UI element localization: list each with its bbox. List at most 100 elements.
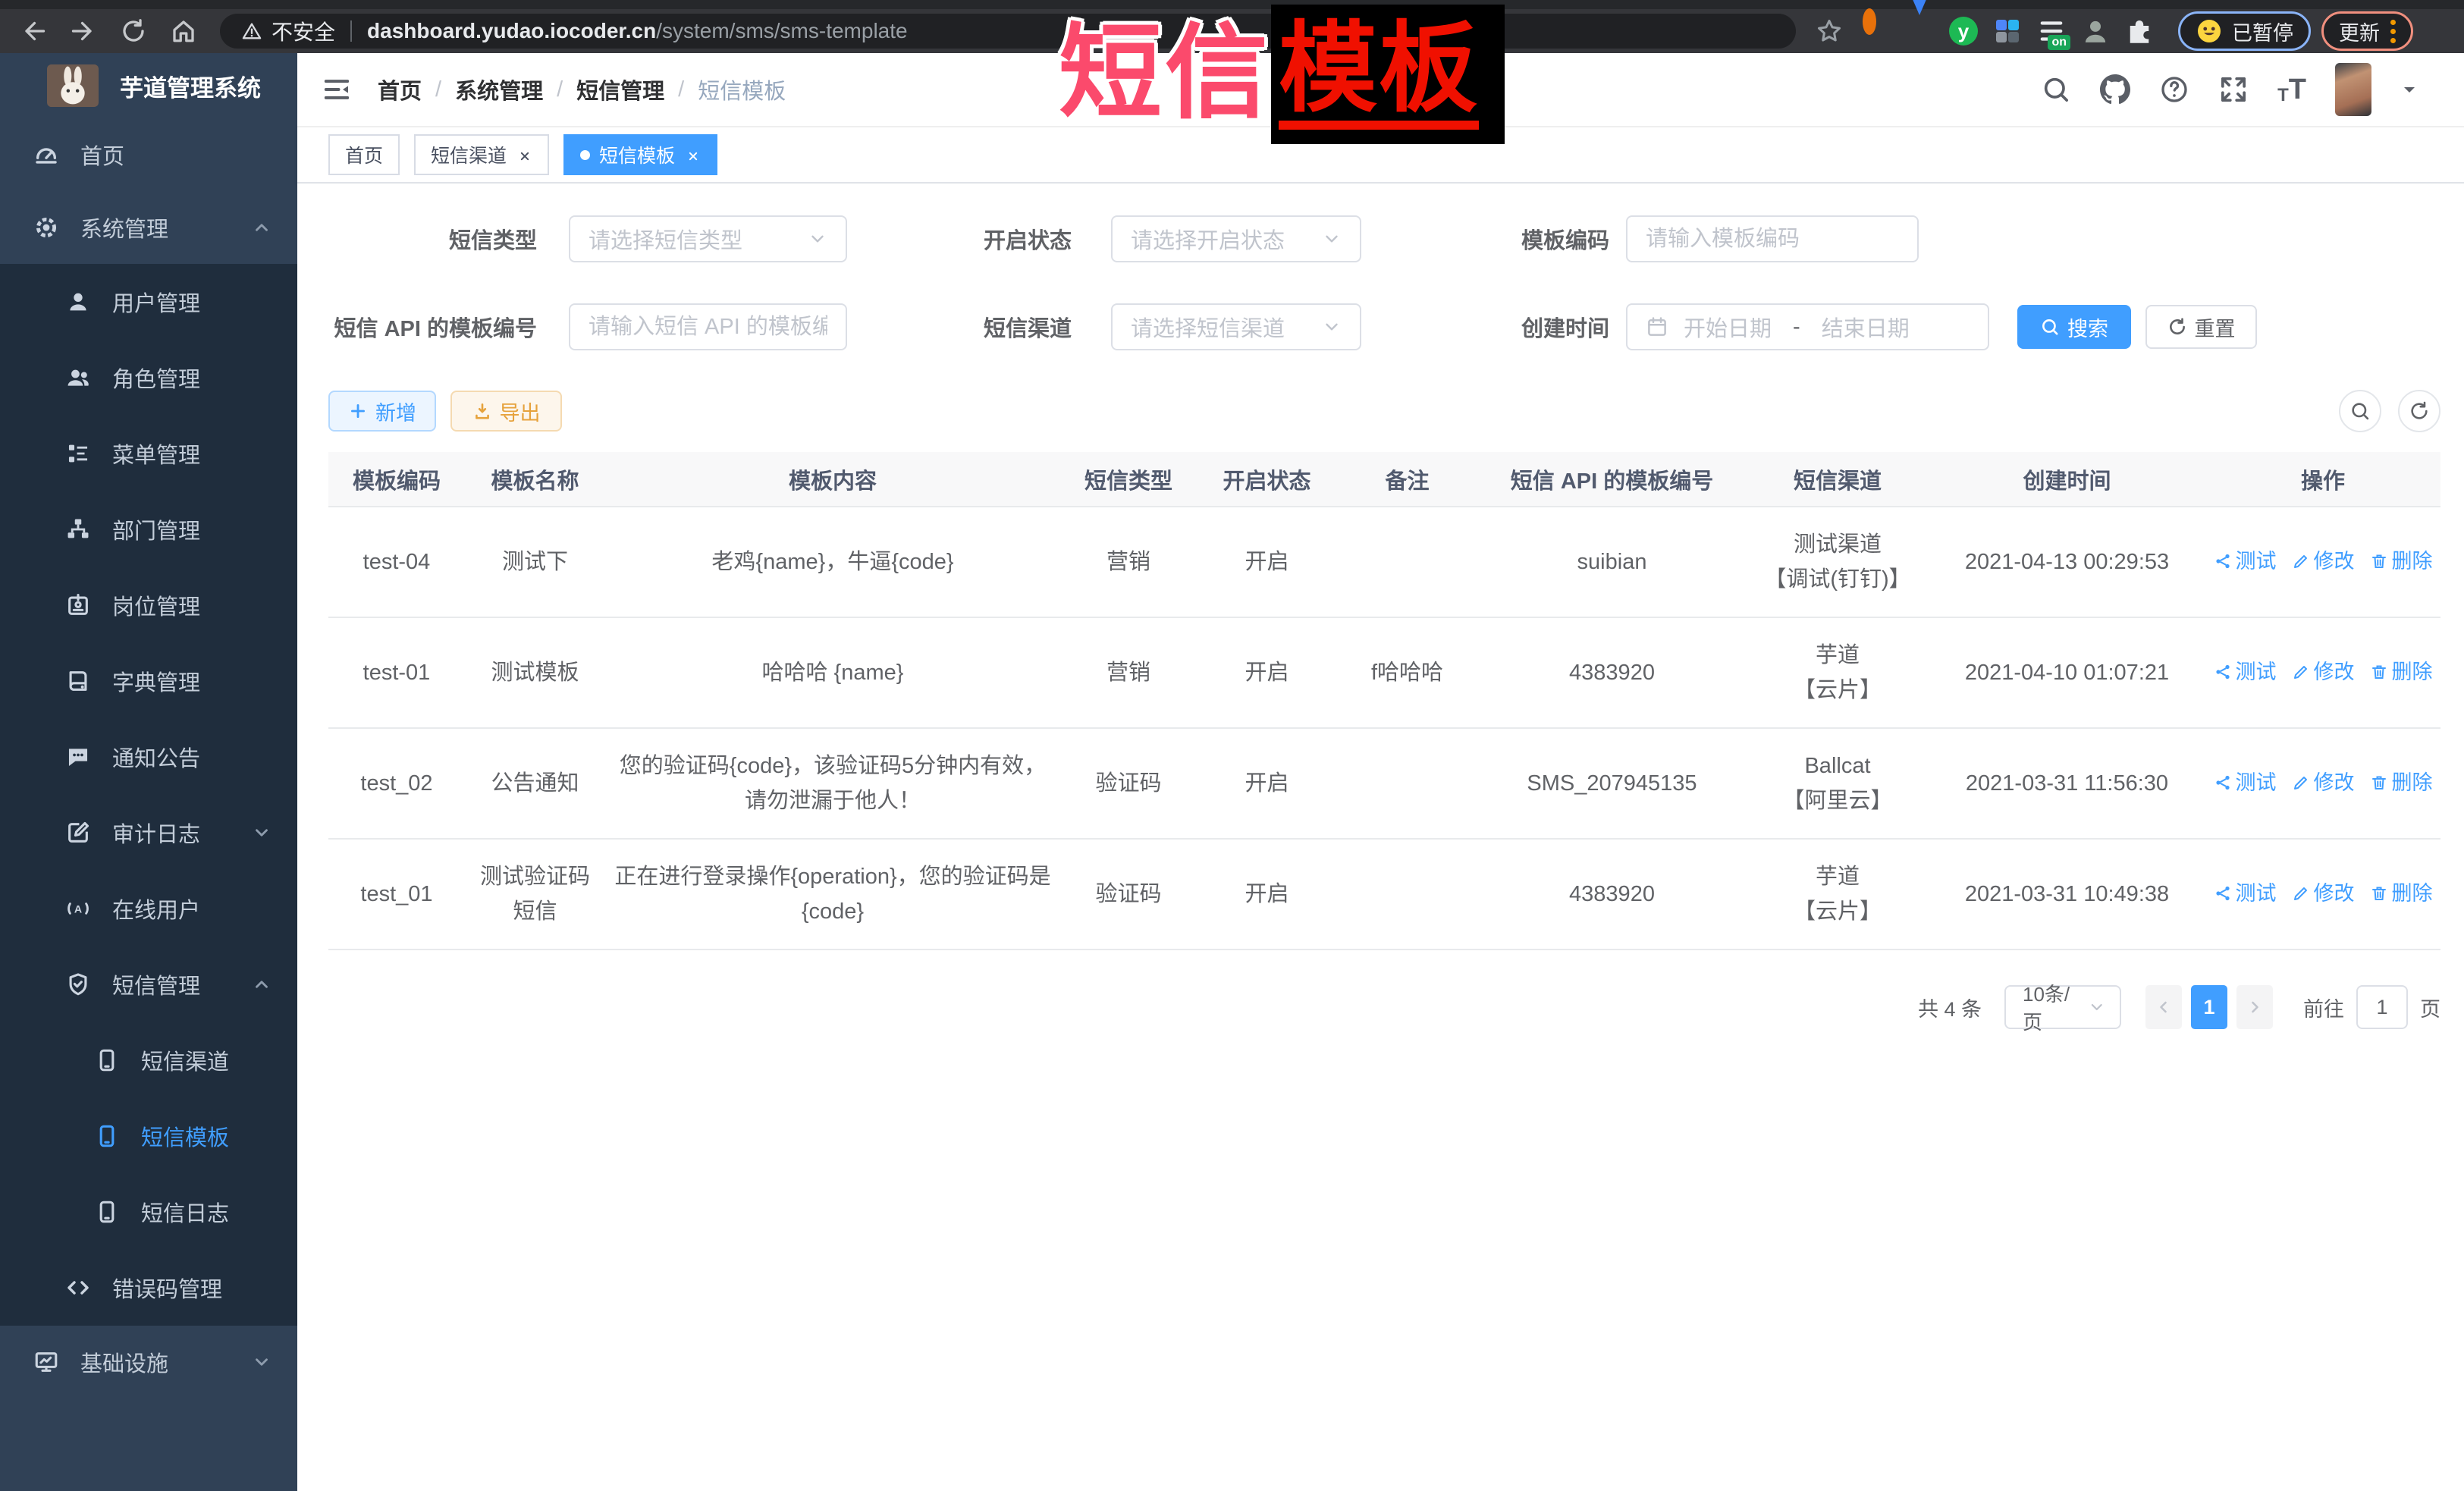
- refresh-icon: [2167, 317, 2187, 337]
- user-avatar[interactable]: [2335, 63, 2371, 116]
- trash-icon: [2370, 663, 2388, 681]
- search-button[interactable]: 搜索: [2017, 305, 2131, 349]
- tab-home[interactable]: 首页: [328, 134, 400, 175]
- close-icon[interactable]: [686, 147, 701, 162]
- extension-kite-icon[interactable]: [1904, 15, 1935, 47]
- back-icon[interactable]: [20, 17, 47, 45]
- github-icon[interactable]: [2100, 74, 2130, 105]
- trash-icon: [2370, 552, 2388, 570]
- sidebar-item-home[interactable]: 首页: [0, 118, 297, 191]
- sidebar-item-sms-channel[interactable]: 短信渠道: [0, 1022, 297, 1098]
- url-bar[interactable]: 不安全 dashboard.yudao.iocoder.cn /system/s…: [220, 14, 1796, 49]
- browser-chrome: 不安全 dashboard.yudao.iocoder.cn /system/s…: [0, 0, 2464, 53]
- tab-sms-template[interactable]: 短信模板: [563, 134, 717, 175]
- delete-link[interactable]: 删除: [2370, 876, 2433, 911]
- close-icon[interactable]: [517, 147, 532, 162]
- prev-page-button[interactable]: [2145, 985, 2182, 1029]
- sidebar-item-sms-log[interactable]: 短信日志: [0, 1174, 297, 1250]
- next-page-button[interactable]: [2236, 985, 2273, 1029]
- extensions-puzzle-icon[interactable]: [2123, 15, 2155, 47]
- search-icon[interactable]: [2041, 74, 2071, 105]
- template-code-field[interactable]: [1646, 227, 1899, 252]
- date-end-placeholder: 结束日期: [1822, 311, 1910, 343]
- sms-type-select[interactable]: 请选择短信类型: [569, 215, 847, 262]
- bookmark-star-icon[interactable]: [1816, 17, 1843, 45]
- reset-button[interactable]: 重置: [2145, 305, 2257, 349]
- org-chart-icon: [65, 516, 91, 542]
- edit-link[interactable]: 修改: [2292, 654, 2355, 689]
- extension-y-icon[interactable]: y: [1948, 15, 1979, 47]
- sidebar-item-dict-mgmt[interactable]: 字典管理: [0, 643, 297, 719]
- sidebar-item-error-code[interactable]: 错误码管理: [0, 1250, 297, 1326]
- delete-link[interactable]: 删除: [2370, 765, 2433, 800]
- sidebar-item-menu-mgmt[interactable]: 菜单管理: [0, 416, 297, 491]
- edit-link[interactable]: 修改: [2292, 765, 2355, 800]
- chevron-down-icon: [252, 1352, 272, 1372]
- test-link[interactable]: 测试: [2214, 544, 2277, 579]
- delete-link[interactable]: 删除: [2370, 544, 2433, 579]
- extension-list-icon[interactable]: on: [2036, 15, 2067, 47]
- sidebar-item-post-mgmt[interactable]: 岗位管理: [0, 567, 297, 643]
- sidebar-item-audit-log[interactable]: 审计日志: [0, 795, 297, 871]
- page-size-select[interactable]: 10条/页: [2004, 985, 2121, 1029]
- logo[interactable]: 芋道管理系统: [0, 53, 297, 118]
- breadcrumb-home[interactable]: 首页: [378, 74, 422, 105]
- font-size-icon[interactable]: TT: [2277, 74, 2306, 106]
- col-channel: 短信渠道: [1747, 452, 1929, 507]
- date-range-separator: -: [1793, 315, 1800, 340]
- sidebar-collapse-icon[interactable]: [322, 74, 352, 105]
- chevron-down-icon[interactable]: [2400, 80, 2418, 99]
- chat-bubble-icon: [65, 744, 91, 770]
- sidebar-item-user-mgmt[interactable]: 用户管理: [0, 264, 297, 340]
- refresh-table-button[interactable]: [2398, 390, 2440, 432]
- update-label: 更新: [2339, 17, 2380, 46]
- sidebar-item-system[interactable]: 系统管理: [0, 191, 297, 264]
- sidebar-item-online-users[interactable]: A 在线用户: [0, 871, 297, 946]
- not-secure-label: 不安全: [272, 16, 335, 46]
- extension-ring-icon[interactable]: [1860, 15, 1891, 47]
- toggle-search-button[interactable]: [2339, 390, 2381, 432]
- sidebar-item-sms-template[interactable]: 短信模板: [0, 1098, 297, 1174]
- update-button[interactable]: 更新: [2321, 11, 2413, 51]
- breadcrumb-sms[interactable]: 短信管理: [576, 74, 664, 105]
- status-select[interactable]: 请选择开启状态: [1111, 215, 1361, 262]
- goto-page-input[interactable]: [2356, 985, 2408, 1029]
- date-range-picker[interactable]: 开始日期 - 结束日期: [1626, 303, 1989, 350]
- home-icon[interactable]: [170, 17, 197, 45]
- col-content: 模板内容: [605, 452, 1060, 507]
- breadcrumb-system[interactable]: 系统管理: [455, 74, 543, 105]
- broadcast-icon: A: [65, 896, 91, 921]
- edit-link[interactable]: 修改: [2292, 876, 2355, 911]
- url-path: /system/sms/sms-template: [656, 19, 907, 43]
- edit-link[interactable]: 修改: [2292, 544, 2355, 579]
- sidebar-item-infra[interactable]: 基础设施: [0, 1326, 297, 1398]
- tab-sms-channel[interactable]: 短信渠道: [414, 134, 549, 175]
- test-link[interactable]: 测试: [2214, 765, 2277, 800]
- add-button[interactable]: 新增: [328, 391, 436, 432]
- refresh-icon: [2409, 400, 2430, 422]
- sidebar-item-role-mgmt[interactable]: 角色管理: [0, 340, 297, 416]
- help-icon[interactable]: [2159, 74, 2189, 105]
- extension-squares-icon[interactable]: [1992, 15, 2023, 47]
- test-link[interactable]: 测试: [2214, 876, 2277, 911]
- forward-icon[interactable]: [70, 17, 97, 45]
- export-button[interactable]: 导出: [450, 391, 562, 432]
- chevron-down-icon: [808, 229, 827, 249]
- page-unit-label: 页: [2420, 993, 2440, 1022]
- sidebar-item-sms-mgmt[interactable]: 短信管理: [0, 946, 297, 1022]
- fullscreen-icon[interactable]: [2218, 74, 2249, 105]
- extension-person-icon[interactable]: [2079, 15, 2111, 47]
- template-code-input[interactable]: [1626, 215, 1919, 262]
- reload-icon[interactable]: [120, 17, 147, 45]
- sidebar-item-dept-mgmt[interactable]: 部门管理: [0, 491, 297, 567]
- profile-paused-pill[interactable]: 已暂停: [2178, 11, 2311, 51]
- user-icon: [65, 289, 91, 315]
- api-template-input[interactable]: [569, 303, 847, 350]
- test-link[interactable]: 测试: [2214, 654, 2277, 689]
- channel-select[interactable]: 请选择短信渠道: [1111, 303, 1361, 350]
- page-number-current[interactable]: 1: [2191, 985, 2227, 1029]
- sidebar-item-notice[interactable]: 通知公告: [0, 719, 297, 795]
- api-template-field[interactable]: [589, 315, 827, 340]
- delete-link[interactable]: 删除: [2370, 654, 2433, 689]
- api-template-label: 短信 API 的模板编号: [328, 311, 537, 343]
